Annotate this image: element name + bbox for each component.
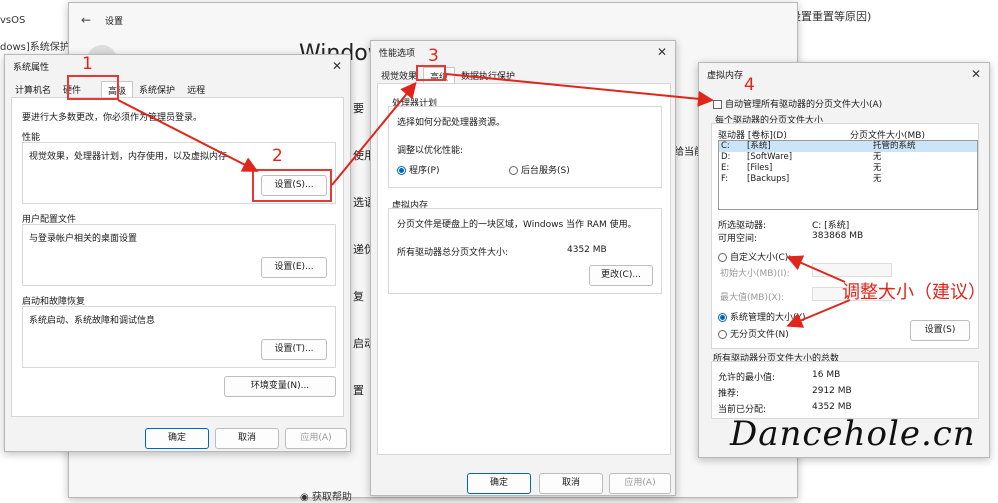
arrow-to-no-paging <box>786 299 851 328</box>
arrow-to-custom-size <box>786 255 846 283</box>
watermark: Dancehole.cn <box>730 414 976 454</box>
arrow-3-to-4 <box>445 73 714 107</box>
arrow-1-to-2 <box>117 99 259 172</box>
arrow-2-to-3 <box>331 81 417 186</box>
